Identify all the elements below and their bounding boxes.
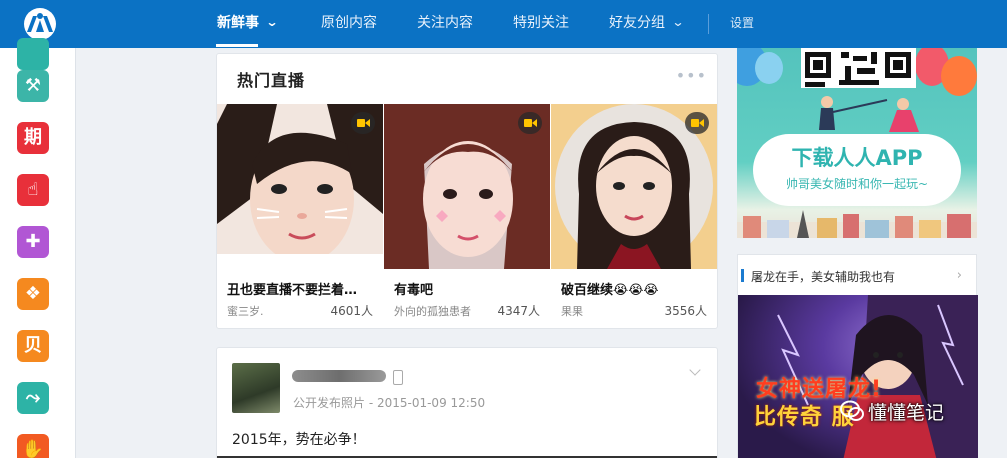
post-meta: 公开发布照片 - 2015-01-09 12:50: [293, 396, 486, 410]
hand-icon[interactable]: ☝: [17, 174, 49, 206]
chevron-down-icon: ⌄: [671, 15, 685, 29]
tools-icon[interactable]: ⚒: [17, 70, 49, 102]
settings-link[interactable]: 设置: [730, 0, 754, 46]
qr-code: [801, 48, 916, 88]
grid-icon[interactable]: ❖: [17, 278, 49, 310]
stream-title[interactable]: 丑也要直播不要拦着…: [227, 279, 377, 298]
city-skyline-illustration: [737, 210, 977, 238]
stream-user[interactable]: 蜜三岁.: [227, 303, 264, 319]
nav-tab-following[interactable]: 关注内容: [417, 0, 473, 48]
nav-tab-original-label: 原创内容: [321, 15, 377, 31]
live-stream-item[interactable]: 有毒吧 外向的孤独患者 4347人: [384, 104, 550, 328]
more-options-icon[interactable]: •••: [676, 66, 707, 85]
nav-tab-special-follow[interactable]: 特别关注: [513, 0, 569, 48]
download-app-ad[interactable]: 下载人人APP 帅哥美女随时和你一起玩~: [737, 48, 977, 238]
chevron-right-icon[interactable]: ›: [957, 268, 962, 283]
viewer-count: 4601人: [330, 304, 373, 318]
sign-icon[interactable]: ⤳: [17, 382, 49, 414]
stream-title[interactable]: 有毒吧: [394, 279, 544, 298]
viewer-count: 3556人: [664, 304, 707, 318]
game-ad-image[interactable]: 女神送屠龙! 比传奇 服: [738, 295, 978, 458]
balloon-decoration: [755, 52, 783, 84]
palm-icon[interactable]: ✋: [17, 434, 49, 458]
watermark-text: 懂懂笔记: [868, 402, 945, 424]
nav-tab-original[interactable]: 原创内容: [321, 0, 377, 48]
avatar[interactable]: [232, 363, 280, 413]
gamepad-icon[interactable]: ✚: [17, 226, 49, 258]
download-banner[interactable]: 下载人人APP 帅哥美女随时和你一起玩~: [753, 134, 961, 206]
app-icon[interactable]: [17, 38, 49, 70]
viewer-count: 4347人: [497, 304, 540, 318]
post-text: 2015年，势在必争！: [232, 432, 366, 448]
chevron-down-icon[interactable]: [689, 364, 701, 376]
periodical-icon[interactable]: 期: [17, 122, 49, 154]
game-ad-card[interactable]: 屠龙在手，美女辅助我也有 › 女神送屠龙! 比传奇 服: [737, 254, 978, 458]
top-nav-bar: 新鲜事 ⌄ 原创内容 关注内容 特别关注 好友分组 ⌄ 设置: [0, 0, 1007, 48]
live-thumbnail[interactable]: [551, 104, 717, 269]
live-stream-item[interactable]: 破百继续😭😭😭 果果 3556人: [551, 104, 717, 328]
live-thumbnail[interactable]: [384, 104, 550, 269]
game-ad-title[interactable]: 屠龙在手，美女辅助我也有: [740, 268, 895, 285]
download-subtitle: 帅哥美女随时和你一起玩~: [785, 177, 929, 191]
nav-tab-following-label: 关注内容: [417, 15, 473, 31]
left-sidebar: ⚒ 期 ☝ ✚ ❖ 贝 ⤳ ✋: [0, 38, 76, 458]
stream-title[interactable]: 破百继续😭😭😭: [561, 279, 711, 298]
mobile-icon: [393, 370, 403, 385]
shell-icon[interactable]: 贝: [17, 330, 49, 362]
stream-user[interactable]: 外向的孤独患者: [394, 303, 471, 319]
live-camera-icon: [518, 112, 542, 134]
live-stream-item[interactable]: 丑也要直播不要拦着… 蜜三岁. 4601人: [217, 104, 383, 328]
nav-tab-friend-groups-label: 好友分组: [609, 15, 665, 31]
nav-tab-news-label: 新鲜事: [217, 15, 259, 31]
live-thumbnail[interactable]: [217, 104, 383, 269]
wechat-icon: [840, 400, 864, 421]
hot-live-card: 热门直播 ••• 丑也要直播不要拦着… 蜜三岁. 4601人 有毒吧 外向的孤独…: [216, 53, 718, 329]
active-tab-indicator: [216, 44, 258, 47]
download-title: 下载人人APP: [791, 146, 923, 170]
live-camera-icon: [685, 112, 709, 134]
nav-tab-special-follow-label: 特别关注: [513, 15, 569, 31]
hot-live-title: 热门直播: [237, 71, 306, 90]
stream-user[interactable]: 果果: [561, 303, 583, 319]
blurred-username[interactable]: [292, 370, 386, 382]
nav-divider: [708, 14, 709, 34]
dancing-couple-illustration: [819, 96, 919, 132]
chevron-down-icon: ⌄: [265, 15, 279, 29]
nav-tab-news[interactable]: 新鲜事 ⌄: [217, 0, 279, 48]
feed-post-card: 公开发布照片 - 2015-01-09 12:50 2015年，势在必争！: [216, 347, 718, 458]
renren-logo[interactable]: [17, 7, 63, 41]
live-camera-icon: [351, 112, 375, 134]
balloon-decoration: [941, 56, 977, 96]
nav-tab-friend-groups[interactable]: 好友分组 ⌄: [609, 0, 685, 48]
